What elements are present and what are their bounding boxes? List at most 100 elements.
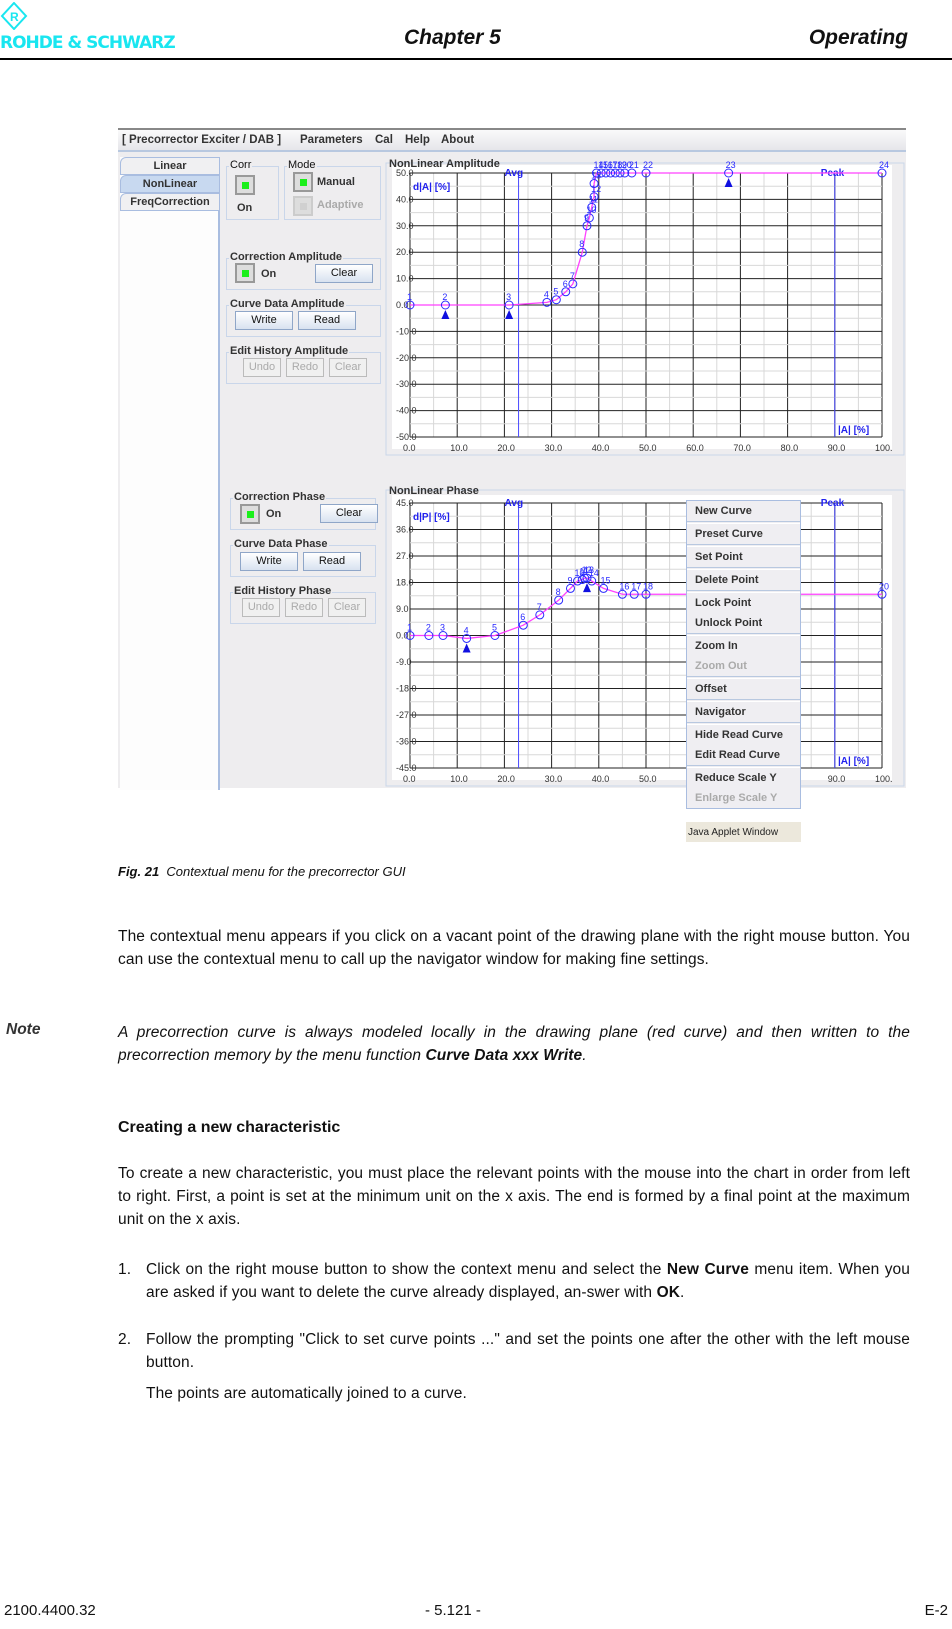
context-menu-item[interactable]: Zoom Out bbox=[687, 656, 800, 676]
point-label: 1 bbox=[407, 292, 412, 302]
x-tick-label: 0.0 bbox=[403, 443, 416, 453]
charts-svg[interactable]: NonLinear Amplitude50.040.030.020.010.00… bbox=[0, 0, 952, 800]
y-tick-label: 18.0 bbox=[396, 578, 414, 588]
marker-label: Avg bbox=[505, 168, 524, 179]
point-label: 24 bbox=[879, 160, 889, 170]
x-axis-label: |A| [%] bbox=[838, 425, 869, 436]
footer-edition: E-2 bbox=[924, 1602, 948, 1619]
point-label: 17 bbox=[631, 581, 641, 591]
plot-background bbox=[392, 165, 892, 449]
y-tick-label: 40.0 bbox=[396, 194, 414, 204]
x-tick-label: 50.0 bbox=[639, 443, 657, 453]
point-label: 4 bbox=[464, 625, 469, 635]
y-tick-label: 10.0 bbox=[396, 274, 414, 284]
caption-label: Fig. 21 bbox=[118, 864, 160, 879]
figure-caption: Fig. 21 Contextual menu for the precorre… bbox=[118, 864, 406, 879]
y-tick-label: -18.0 bbox=[396, 684, 417, 694]
point-label: 5 bbox=[553, 287, 558, 297]
point-label: 8 bbox=[579, 239, 584, 249]
point-label: 9 bbox=[567, 575, 572, 585]
y-tick-label: -30.0 bbox=[396, 379, 417, 389]
context-menu-item[interactable]: Reduce Scale Y bbox=[687, 768, 800, 788]
x-tick-label: 10.0 bbox=[450, 443, 468, 453]
chart-1[interactable]: NonLinear Phase45.0 36.0 27.0 18.0 9.0 0.0 -9.… bbox=[385, 485, 905, 787]
plot-background bbox=[392, 495, 892, 780]
step-result: The points are automatically joined to a… bbox=[146, 1385, 467, 1402]
x-tick-label: 30.0 bbox=[545, 443, 563, 453]
context-menu-item[interactable]: Hide Read Curve bbox=[687, 725, 800, 745]
point-label: 2 bbox=[426, 623, 431, 633]
y-tick-label: -9.0 bbox=[396, 657, 412, 667]
context-menu-item[interactable]: Delete Point bbox=[687, 570, 800, 590]
context-menu-item[interactable]: Navigator bbox=[687, 702, 800, 722]
point-label: 7 bbox=[570, 271, 575, 281]
y-tick-label: 50.0 bbox=[396, 168, 414, 178]
context-menu-item[interactable]: Zoom In bbox=[687, 636, 800, 656]
point-label: 2 bbox=[442, 292, 447, 302]
point-label: 3 bbox=[440, 623, 445, 633]
point-label: 16 bbox=[619, 581, 629, 591]
step-1: 1. Click on the right mouse button to sh… bbox=[118, 1261, 910, 1301]
context-menu-item[interactable]: Edit Read Curve bbox=[687, 745, 800, 765]
note-bold: Curve Data xxx Write bbox=[425, 1047, 583, 1064]
x-tick-label: 50.0 bbox=[639, 774, 657, 784]
x-tick-label: 90.0 bbox=[828, 443, 846, 453]
x-tick-label: 20.0 bbox=[497, 774, 515, 784]
paragraph-instructions: To create a new characteristic, you must… bbox=[118, 1165, 910, 1228]
x-tick-label: 40.0 bbox=[592, 443, 610, 453]
y-tick-label: 20.0 bbox=[396, 247, 414, 257]
x-tick-label: 90.0 bbox=[828, 774, 846, 784]
x-tick-label: 100. bbox=[875, 443, 893, 453]
point-label: 14 bbox=[589, 568, 599, 578]
context-menu-item[interactable]: Set Point bbox=[687, 547, 800, 567]
x-tick-label: 0.0 bbox=[403, 774, 416, 784]
context-menu-item[interactable]: Unlock Point bbox=[687, 613, 800, 633]
y-tick-label: -20.0 bbox=[396, 353, 417, 363]
context-menu-item[interactable]: Offset bbox=[687, 679, 800, 699]
y-tick-label: -50.0 bbox=[396, 432, 417, 442]
point-label: 18 bbox=[643, 581, 653, 591]
context-menu-item[interactable]: New Curve bbox=[687, 501, 800, 521]
point-label: 20 bbox=[879, 581, 889, 591]
x-tick-label: 20.0 bbox=[497, 443, 515, 453]
y-tick-label: -36.0 bbox=[396, 737, 417, 747]
x-tick-label: 10.0 bbox=[450, 774, 468, 784]
applet-window-label: Java Applet Window bbox=[686, 822, 801, 842]
point-label: 15 bbox=[601, 575, 611, 585]
step-2: 2. Follow the prompting "Click to set cu… bbox=[118, 1331, 910, 1371]
x-tick-label: 100. bbox=[875, 774, 893, 784]
x-tick-label: 40.0 bbox=[592, 774, 610, 784]
footer-doc-number: 2100.4400.32 bbox=[4, 1602, 96, 1619]
point-label: 4 bbox=[544, 289, 549, 299]
point-label: 1 bbox=[407, 623, 412, 633]
point-label: 12 bbox=[591, 184, 601, 194]
marker-label: Peak bbox=[821, 498, 845, 509]
chart-0[interactable]: NonLinear Amplitude50.040.030.020.010.00… bbox=[385, 158, 905, 456]
y-tick-label: -40.0 bbox=[396, 406, 417, 416]
point-label: 23 bbox=[726, 160, 736, 170]
x-tick-label: 30.0 bbox=[545, 774, 563, 784]
chart-title: NonLinear Phase bbox=[389, 485, 479, 497]
y-tick-label: 30.0 bbox=[396, 221, 414, 231]
point-label: 6 bbox=[563, 279, 568, 289]
point-label: 21 bbox=[629, 160, 639, 170]
y-axis-label: d|P| [%] bbox=[413, 512, 450, 523]
y-tick-label: 9.0 bbox=[396, 604, 409, 614]
context-menu-item[interactable]: Lock Point bbox=[687, 593, 800, 613]
point-label: 22 bbox=[643, 160, 653, 170]
y-tick-label: -45.0 bbox=[396, 763, 417, 773]
x-tick-label: 70.0 bbox=[733, 443, 751, 453]
x-tick-label: 80.0 bbox=[781, 443, 799, 453]
context-menu-item[interactable]: Enlarge Scale Y bbox=[687, 788, 800, 808]
note-label: Note bbox=[6, 1021, 41, 1038]
y-tick-label: -27.0 bbox=[396, 710, 417, 720]
point-label: 6 bbox=[520, 612, 525, 622]
point-label: 7 bbox=[537, 602, 542, 612]
note-text: A precorrection curve is always modeled … bbox=[118, 1024, 910, 1064]
point-label: 5 bbox=[492, 623, 497, 633]
y-tick-label: -10.0 bbox=[396, 326, 417, 336]
context-menu-item[interactable]: Preset Curve bbox=[687, 524, 800, 544]
context-menu: New Curve Preset Curve Set Point Delete Poi… bbox=[686, 500, 801, 809]
marker-label: Avg bbox=[505, 498, 524, 509]
y-axis-label: d|A| [%] bbox=[413, 182, 450, 193]
